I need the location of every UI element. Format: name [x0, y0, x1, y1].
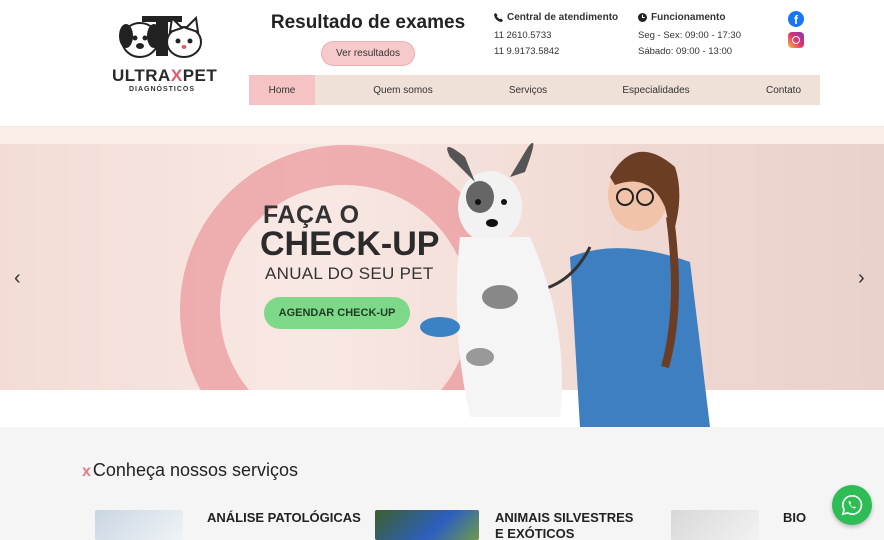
ultraxpet-logo[interactable]: ULTRAXPET DIAGNÓSTICOS: [112, 14, 218, 100]
service-name: BIO: [783, 510, 807, 525]
nav-item-contato[interactable]: Contato: [747, 75, 820, 105]
hero-slider: FAÇA O CHECK-UP ANUAL DO SEU PET AGENDAR…: [0, 127, 884, 427]
main-nav: Home Quem somos Serviços Especialidades …: [249, 75, 820, 105]
hours-weekdays: Seg - Sex: 09:00 - 17:30: [638, 30, 741, 41]
hero-line-2: CHECK-UP: [260, 225, 440, 263]
slider-prev-icon[interactable]: ‹: [14, 267, 21, 290]
contact-title: Central de atendimento: [507, 12, 619, 23]
hours-saturday: Sábado: 09:00 - 13:00: [638, 46, 733, 57]
contact-phone-1[interactable]: 11 2610.5733: [494, 30, 618, 41]
heading-x-mark: x: [82, 463, 91, 480]
nav-item-quem-somos[interactable]: Quem somos: [315, 75, 491, 105]
site-header: ULTRAXPET DIAGNÓSTICOS Resultado de exam…: [0, 0, 884, 127]
service-thumbnail: [671, 510, 759, 540]
whatsapp-icon: [841, 495, 863, 516]
logo-subtitle: DIAGNÓSTICOS: [128, 86, 196, 93]
contact-block: Central de atendimento 11 2610.5733 11 9…: [494, 12, 618, 62]
nav-item-servicos[interactable]: Serviços: [491, 75, 565, 105]
view-results-button[interactable]: Ver resultados: [321, 41, 415, 66]
service-name: ANÁLISE PATOLÓGICAS: [207, 510, 361, 525]
schedule-checkup-button[interactable]: AGENDAR CHECK-UP: [264, 297, 410, 329]
service-card[interactable]: ANIMAIS SILVESTRES E EXÓTICOS: [375, 510, 645, 540]
social-links: f: [788, 11, 804, 48]
service-name: ANIMAIS SILVESTRES E EXÓTICOS: [495, 510, 634, 540]
services-heading: x Conheça nossos serviços: [82, 460, 298, 481]
service-card[interactable]: BIO: [671, 510, 806, 540]
services-section: x Conheça nossos serviços ANÁLISE PATOLÓ…: [0, 427, 884, 540]
service-thumbnail: [375, 510, 479, 540]
hours-title: Funcionamento: [651, 12, 726, 23]
nav-item-home[interactable]: Home: [249, 75, 315, 105]
phone-icon: [494, 13, 503, 22]
exam-results-title: Resultado de exames: [270, 12, 466, 33]
whatsapp-button[interactable]: [832, 485, 872, 525]
vet-with-dog-image: [420, 142, 710, 427]
logo-wordmark: ULTRAXPET: [112, 66, 218, 85]
exam-results-block: Resultado de exames Ver resultados: [270, 12, 466, 66]
services-heading-text: Conheça nossos serviços: [92, 460, 299, 480]
dog-cat-logo-icon: [119, 15, 202, 58]
contact-phone-2[interactable]: 11 9.9173.5842: [494, 46, 618, 57]
hero-line-3: ANUAL DO SEU PET: [265, 264, 434, 283]
clock-icon: [638, 13, 647, 22]
service-thumbnail: [95, 510, 183, 540]
service-card[interactable]: ANÁLISE PATOLÓGICAS: [95, 510, 361, 540]
facebook-icon[interactable]: f: [788, 11, 804, 27]
slider-next-icon[interactable]: ›: [858, 267, 865, 290]
instagram-icon[interactable]: [788, 32, 804, 48]
opening-hours-block: Funcionamento Seg - Sex: 09:00 - 17:30 S…: [638, 12, 741, 62]
nav-item-especialidades[interactable]: Especialidades: [565, 75, 747, 105]
